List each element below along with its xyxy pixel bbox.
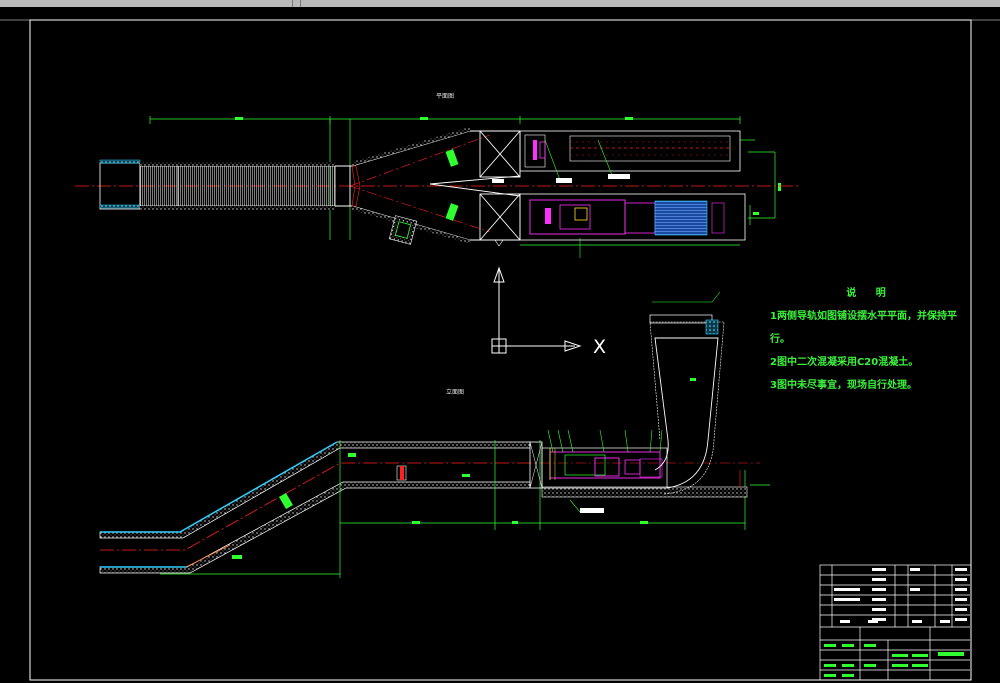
window-top-bar [0, 0, 1000, 7]
notes-item-3: 3图中未尽事宜，现场自行处理。 [770, 380, 917, 391]
notes-item-2: 2图中二次混凝采用C20混凝土。 [770, 357, 919, 368]
elevation-view-title: 立面图 [446, 388, 464, 396]
notes-block: 说 明 1两侧导轨如图铺设摆水平平面，并保持平行。 2图中二次混凝采用C20混凝… [770, 282, 970, 397]
elevation-view: 立面图 [99, 291, 770, 578]
plan-view-title: 平面图 [436, 93, 454, 100]
ucs-icon [491, 266, 582, 354]
plan-view: 平面图 [75, 93, 800, 258]
notes-title: 说 明 [846, 288, 894, 299]
ucs-x-label: X [593, 336, 606, 358]
notes-item-1: 1两侧导轨如图铺设摆水平平面，并保持平行。 [770, 311, 957, 345]
